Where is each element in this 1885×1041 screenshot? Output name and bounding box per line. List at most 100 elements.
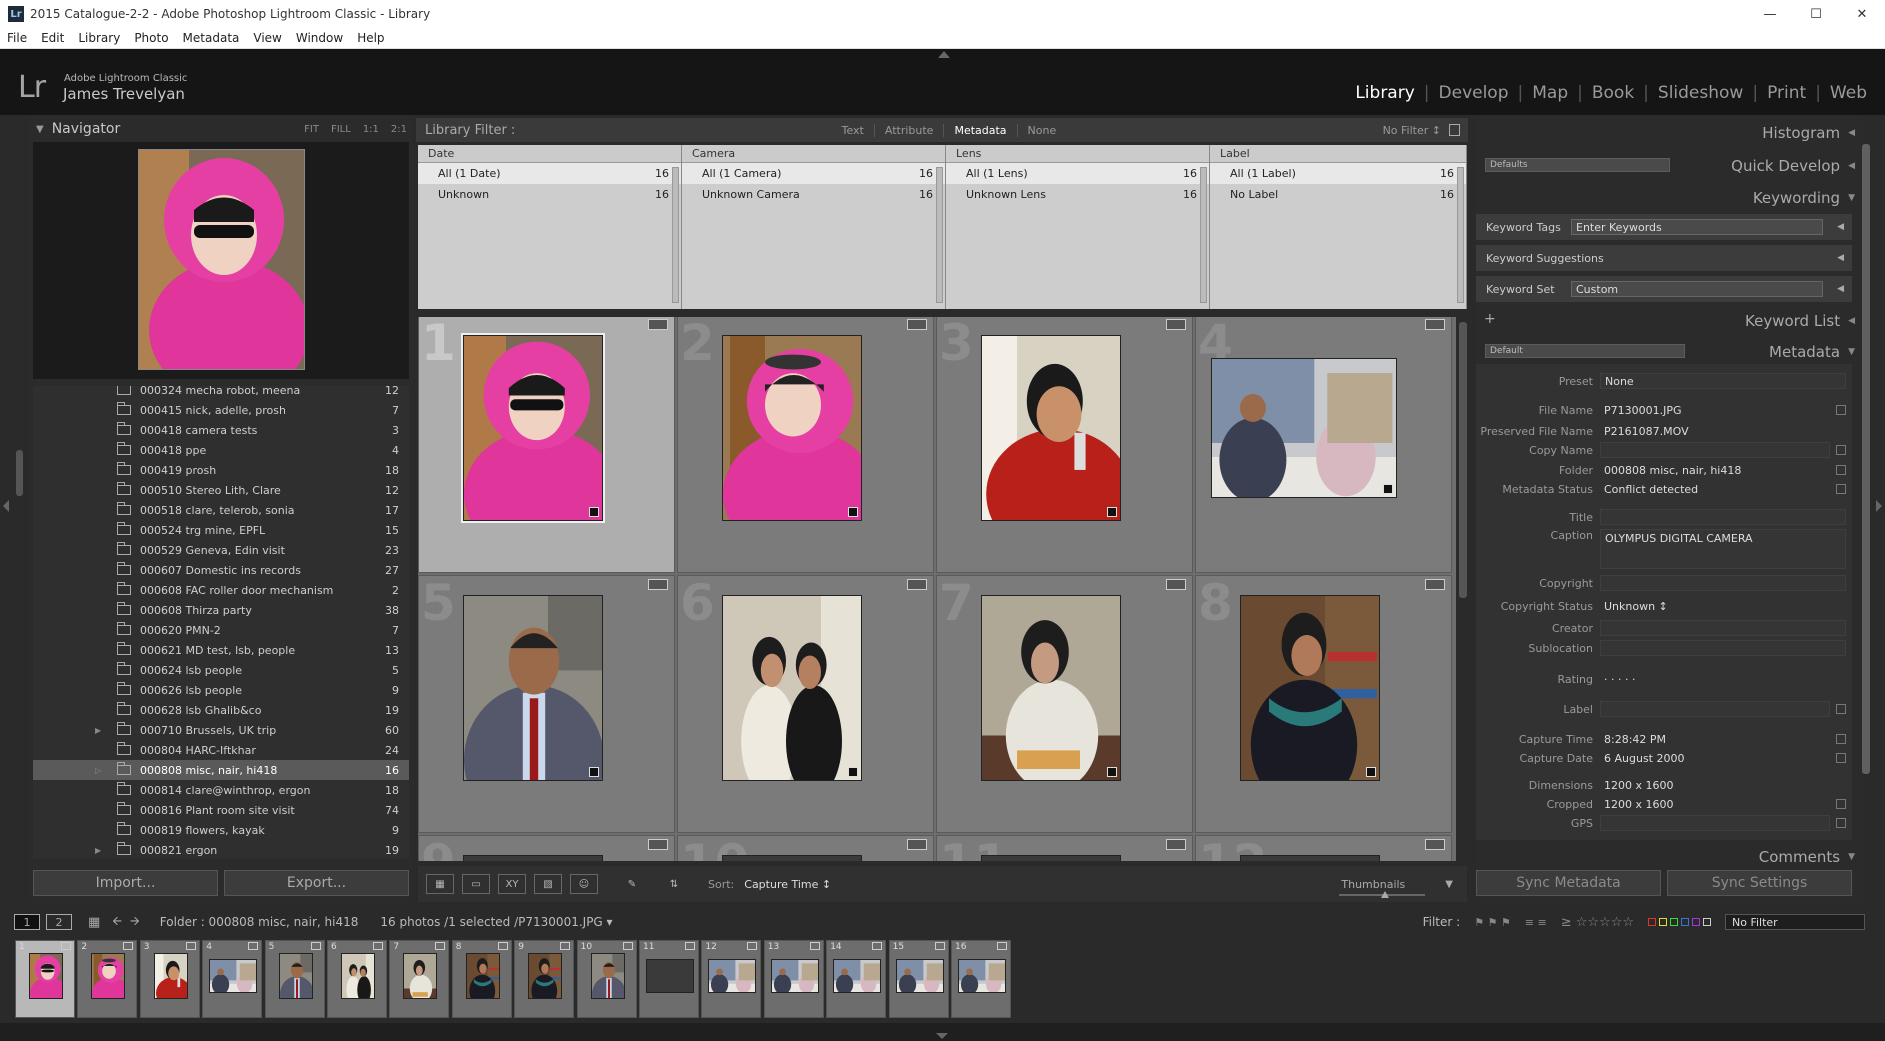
filmstrip-thumbnail[interactable]: 12 — [701, 940, 762, 1018]
grid-cell[interactable]: 10 — [677, 835, 934, 861]
metadata-filter-row[interactable]: Unknown Lens 16 — [946, 184, 1209, 205]
sublocation-field[interactable] — [1600, 640, 1846, 656]
folder-row[interactable]: 000510 Stereo Lith, Clare 12 — [33, 480, 409, 500]
folder-row[interactable]: 000418 ppe 4 — [33, 440, 409, 460]
filmstrip-count[interactable]: 16 photos /1 selected /P7130001.JPG ▾ — [380, 915, 612, 929]
metadata-column-header[interactable]: Label — [1210, 145, 1466, 163]
folder-row[interactable]: 000415 nick, adelle, prosh 7 — [33, 400, 409, 420]
people-view-icon[interactable]: ☺ — [570, 874, 598, 894]
filmstrip-thumbnail[interactable]: 16 — [951, 940, 1011, 1018]
sync-metadata-button[interactable]: Sync Metadata — [1476, 870, 1661, 896]
maximize-icon[interactable]: ☐ — [1793, 0, 1839, 28]
grid-cell[interactable]: 8 — [1195, 575, 1452, 833]
minimize-icon[interactable]: — — [1747, 0, 1793, 28]
metadata-header[interactable]: Metadata ▼ — [1769, 343, 1855, 361]
field-action-icon[interactable] — [1836, 734, 1846, 744]
grid-cell[interactable]: 2 — [677, 317, 934, 573]
grid-cell[interactable]: 6 — [677, 575, 934, 833]
metadata-badge-icon[interactable] — [907, 839, 927, 850]
rating-stars[interactable]: · · · · · — [1600, 671, 1846, 687]
painter-icon[interactable]: ✎ — [618, 874, 646, 894]
caption-field[interactable]: OLYMPUS DIGITAL CAMERA — [1600, 529, 1846, 569]
photo-thumbnail[interactable] — [722, 595, 862, 781]
folder-row[interactable]: 000628 lsb Ghalib&co 19 — [33, 700, 409, 720]
grid-cell[interactable]: 4 — [1195, 317, 1452, 573]
metadata-filter-row[interactable]: All (1 Label) 16 — [1210, 163, 1466, 184]
photo-thumbnail[interactable] — [463, 595, 603, 781]
menu-edit[interactable]: Edit — [34, 31, 71, 45]
color-label-filter[interactable] — [1648, 918, 1711, 926]
folder-expand-icon[interactable]: ▶ — [95, 726, 105, 735]
sort-select[interactable]: Capture Time ↕ — [744, 878, 831, 891]
folder-row[interactable]: 000524 trg mine, EPFL 15 — [33, 520, 409, 540]
flag-filter-icons[interactable]: ⚑ ⚑ ⚑ — [1474, 916, 1511, 929]
filmstrip-filter-select[interactable]: No Filter — [1725, 914, 1865, 930]
metadata-filter-row[interactable]: All (1 Camera) 16 — [682, 163, 945, 184]
folder-row[interactable]: 000624 lsb people 5 — [33, 660, 409, 680]
field-action-icon[interactable] — [1836, 818, 1846, 828]
field-action-icon[interactable] — [1836, 704, 1846, 714]
lock-icon[interactable] — [1449, 124, 1460, 136]
metadata-column-scrollbar[interactable] — [936, 167, 943, 303]
sort-direction-icon[interactable]: ⇅ — [660, 874, 688, 894]
photo-thumbnail[interactable] — [1240, 855, 1380, 861]
navigator-preview-image[interactable] — [138, 149, 305, 370]
filmstrip-thumbnail[interactable]: 4 — [202, 940, 263, 1018]
folder-row[interactable]: 000608 Thirza party 38 — [33, 600, 409, 620]
blue-label-icon[interactable] — [1681, 918, 1689, 926]
grid-cell[interactable]: 5 — [418, 575, 675, 833]
grid-cell[interactable]: 9 — [418, 835, 675, 861]
edit-filter-icons[interactable]: ≡ ≡ — [1525, 916, 1547, 929]
copyright-field[interactable] — [1600, 575, 1846, 591]
collapse-left-icon[interactable]: ◀ — [1837, 222, 1844, 232]
folder-row[interactable]: 000529 Geneva, Edin visit 23 — [33, 540, 409, 560]
keyword-list-header[interactable]: Keyword List ◀ — [1745, 312, 1855, 330]
import-button[interactable]: Import... — [33, 870, 218, 896]
comments-header[interactable]: Comments ▼ — [1759, 848, 1855, 866]
metadata-badge-icon[interactable] — [1166, 319, 1186, 330]
copy-name-field[interactable] — [1600, 442, 1830, 458]
window-2-button[interactable]: 2 — [46, 914, 72, 930]
metadata-badge-icon[interactable] — [1166, 839, 1186, 850]
grid-cell[interactable]: 3 — [936, 317, 1193, 573]
keyword-set-select[interactable]: Custom — [1571, 281, 1823, 297]
sync-settings-button[interactable]: Sync Settings — [1667, 870, 1852, 896]
folder-row[interactable]: 000819 flowers, kayak 9 — [33, 820, 409, 840]
metadata-filter-row[interactable]: All (1 Date) 16 — [418, 163, 681, 184]
field-action-icon[interactable] — [1836, 484, 1846, 494]
forward-arrow-icon[interactable]: 🡪 — [130, 912, 140, 933]
menu-library[interactable]: Library — [71, 31, 127, 45]
photo-thumbnail[interactable] — [463, 855, 603, 861]
filter-preset-select[interactable]: No Filter ↕ — [1383, 124, 1441, 137]
module-slideshow[interactable]: Slideshow — [1652, 83, 1749, 103]
grid-cell[interactable]: 1 — [418, 317, 675, 573]
filter-tab-metadata[interactable]: Metadata — [943, 123, 1016, 137]
metadata-column-header[interactable]: Date — [418, 145, 681, 163]
metadata-badge-icon[interactable] — [907, 319, 927, 330]
title-field[interactable] — [1600, 509, 1846, 525]
grid-scrollbar[interactable] — [1459, 322, 1467, 598]
label-field[interactable] — [1600, 701, 1830, 717]
filmstrip-thumbnail[interactable]: 1 — [15, 940, 75, 1018]
field-action-icon[interactable] — [1836, 799, 1846, 809]
photo-thumbnail[interactable] — [1240, 595, 1380, 781]
filmstrip-thumbnail[interactable]: 10 — [576, 940, 637, 1018]
folder-row[interactable]: 000816 Plant room site visit 74 — [33, 800, 409, 820]
module-book[interactable]: Book — [1586, 83, 1640, 103]
folder-row[interactable]: 000418 camera tests 3 — [33, 420, 409, 440]
field-action-icon[interactable] — [1836, 405, 1846, 415]
red-label-icon[interactable] — [1648, 918, 1656, 926]
photo-thumbnail[interactable] — [981, 855, 1121, 861]
grid-cell[interactable]: 7 — [936, 575, 1193, 833]
folder-row[interactable]: 000626 lsb people 9 — [33, 680, 409, 700]
menu-window[interactable]: Window — [289, 31, 350, 45]
menu-photo[interactable]: Photo — [127, 31, 175, 45]
menu-metadata[interactable]: Metadata — [176, 31, 247, 45]
metadata-preset-field[interactable]: None — [1600, 373, 1846, 389]
folder-row[interactable]: ▷ 000808 misc, nair, hi418 16 — [33, 760, 409, 780]
module-map[interactable]: Map — [1526, 83, 1574, 103]
top-panel-toggle-icon[interactable] — [938, 51, 950, 58]
keywording-header[interactable]: Keywording ▼ — [1753, 189, 1855, 207]
filmstrip-thumbnail[interactable]: 5 — [264, 940, 325, 1018]
zoom-1-1[interactable]: 1:1 — [363, 124, 379, 135]
